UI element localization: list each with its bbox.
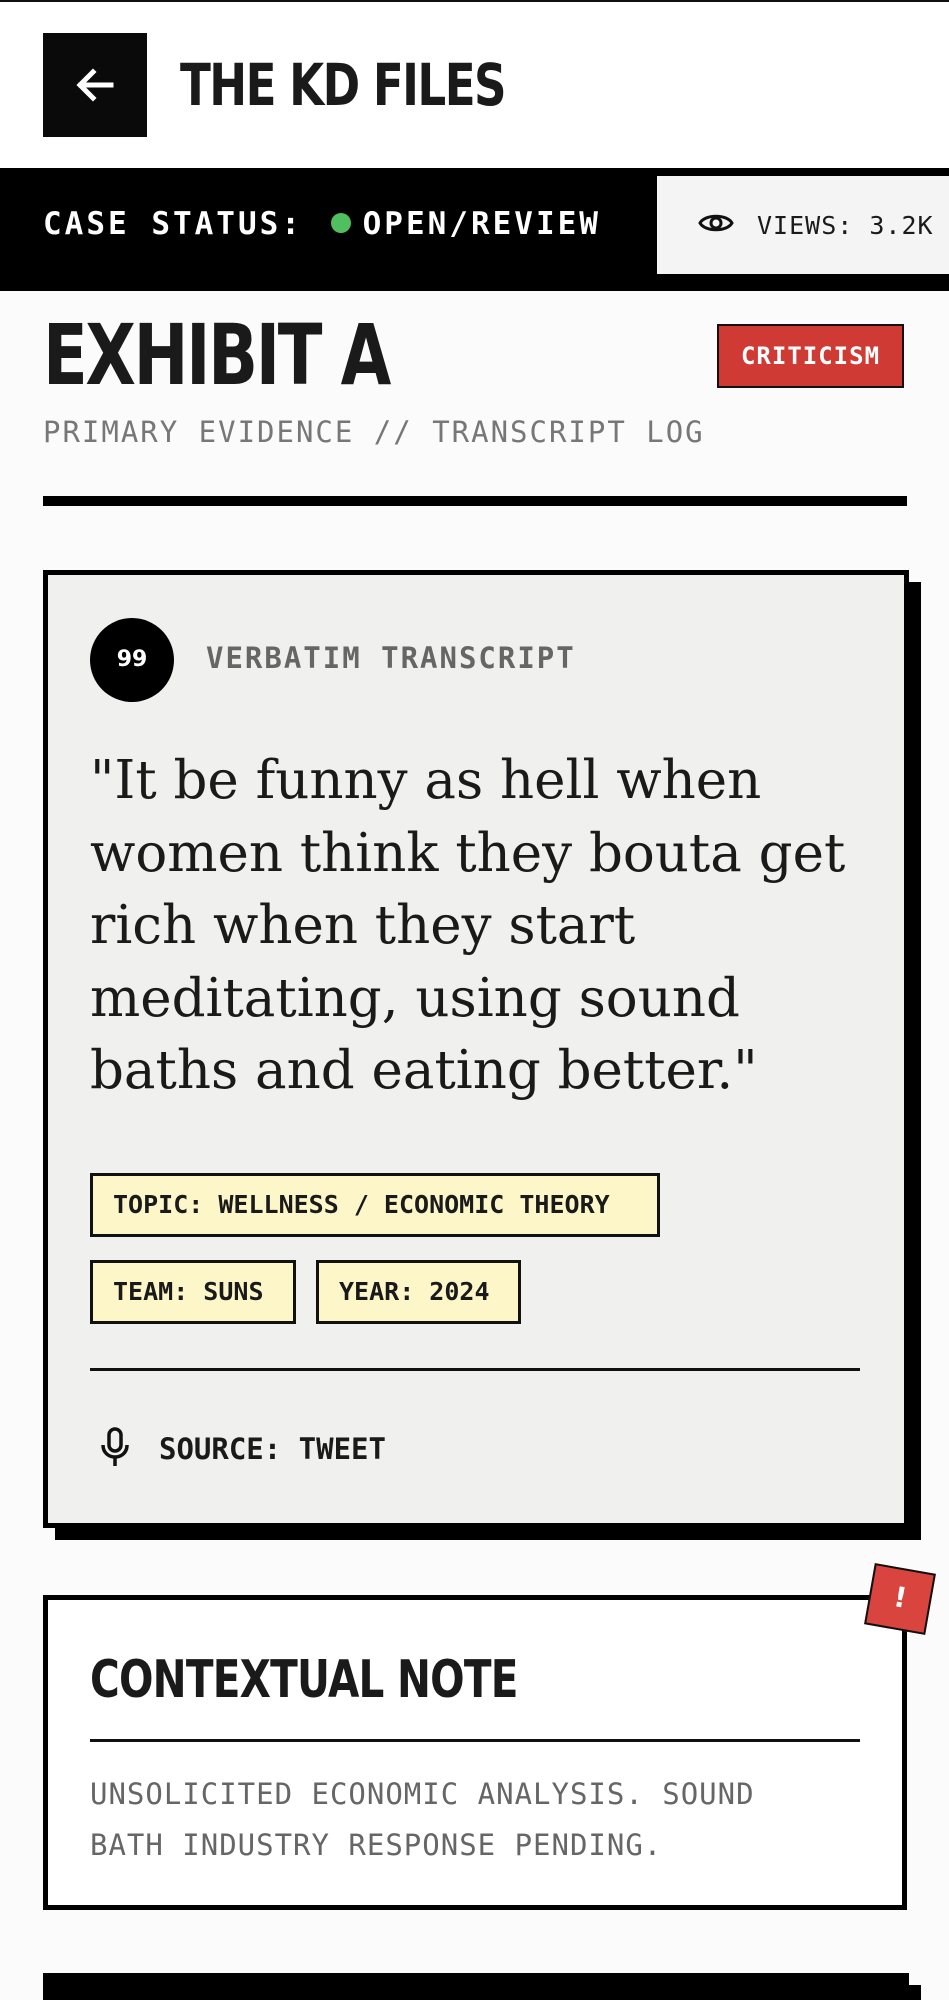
tag-team: TEAM: SUNS xyxy=(90,1260,296,1324)
eye-icon xyxy=(698,214,734,232)
views-label: VIEWS: 3.2K xyxy=(757,211,934,240)
back-button[interactable] xyxy=(43,33,147,137)
category-badge: CRITICISM xyxy=(717,324,904,388)
exhibit-subtitle: PRIMARY EVIDENCE // TRANSCRIPT LOG xyxy=(43,415,705,449)
exhibit-title: EXHIBIT A xyxy=(43,306,391,404)
contextual-note-body: UNSOLICITED ECONOMIC ANALYSIS. SOUND BAT… xyxy=(90,1777,755,1862)
divider xyxy=(43,496,907,506)
evidence-card: 99 VERBATIM TRANSCRIPT "It be funny as h… xyxy=(43,570,909,1528)
status-dot-icon xyxy=(330,213,351,233)
status-bar: CASE STATUS: OPEN/REVIEW VIEWS: 3.2K xyxy=(0,168,949,291)
case-status-text: CASE STATUS: OPEN/REVIEW xyxy=(43,204,601,244)
transcript-label: VERBATIM TRANSCRIPT xyxy=(206,641,576,675)
quote-number-badge: 99 xyxy=(90,618,174,702)
case-status-label: CASE STATUS: xyxy=(43,206,303,242)
app-title: THE KD FILES xyxy=(180,51,507,119)
next-card xyxy=(43,1973,909,2000)
alert-icon: ! xyxy=(864,1563,936,1635)
case-status: CASE STATUS: OPEN/REVIEW xyxy=(0,176,657,274)
views-counter: VIEWS: 3.2K xyxy=(657,176,949,274)
microphone-icon xyxy=(101,1427,129,1466)
contextual-note-card: CONTEXTUAL NOTE UNSOLICITED ECONOMIC ANA… xyxy=(43,1595,907,1910)
contextual-note-title: CONTEXTUAL NOTE xyxy=(90,1650,518,1710)
tag-topic: TOPIC: WELLNESS / ECONOMIC THEORY xyxy=(90,1173,660,1237)
app-header: THE KD FILES xyxy=(0,2,949,168)
card-divider xyxy=(90,1368,860,1371)
case-status-value: OPEN/REVIEW xyxy=(362,206,601,242)
arrow-left-icon xyxy=(76,68,114,102)
tag-year: YEAR: 2024 xyxy=(316,1260,521,1324)
quote-text: "It be funny as hell when women think th… xyxy=(90,750,846,1101)
source-label: SOURCE: TWEET xyxy=(159,1432,386,1466)
note-divider xyxy=(90,1739,860,1742)
